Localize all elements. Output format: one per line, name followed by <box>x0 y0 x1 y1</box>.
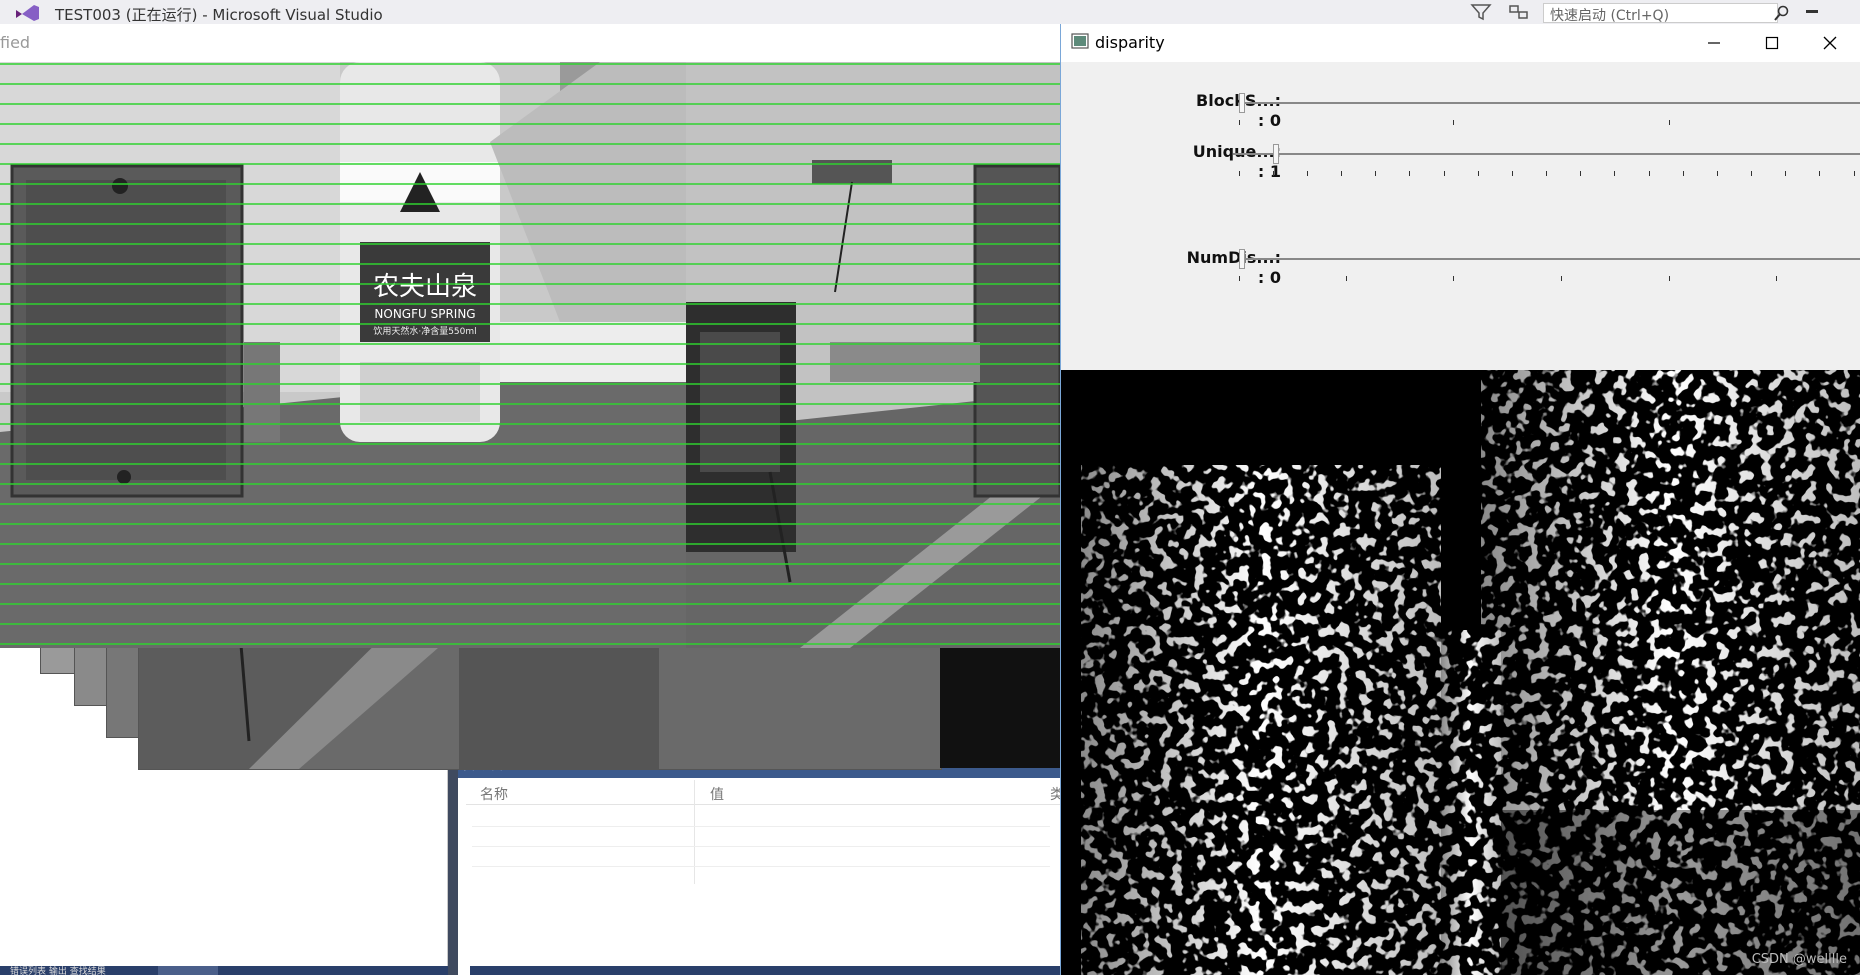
trackbar-tick <box>1669 276 1670 281</box>
trackbar-tick <box>1307 171 1308 176</box>
minimize-icon <box>1708 42 1720 44</box>
vs-bottom-tab-labels[interactable]: 错误列表 输出 查找结果 <box>10 966 106 975</box>
trackbar-tick <box>1512 171 1513 176</box>
trackbar-tick <box>1239 120 1240 125</box>
trackbar-tick <box>1346 276 1347 281</box>
trackbar-label-uniqueness: Unique...: <box>1192 142 1281 161</box>
trackbar-tick <box>1561 276 1562 281</box>
trackbar-tick <box>1854 171 1855 176</box>
filter-icon[interactable] <box>1470 3 1492 21</box>
trackbar-panel: BlockS...: : 0 Unique...: : 1 NumDis...: <box>1061 62 1860 370</box>
bottle-brand-cn: 农夫山泉 <box>373 272 477 302</box>
trackbar-thumb-numdisparities[interactable] <box>1239 249 1245 269</box>
rectified-window-titlebar[interactable]: fied <box>0 24 1060 63</box>
trackbar-track-numdisparities[interactable] <box>1239 258 1860 260</box>
bottle-brand-en: NONGFU SPRING <box>374 307 475 321</box>
disparity-map-image: CSDN @welllle <box>1061 370 1860 975</box>
trackbar-tick <box>1453 120 1454 125</box>
trackbar-tick <box>1785 171 1786 176</box>
trackbar-tick <box>1453 276 1454 281</box>
trackbar-tick <box>1819 171 1820 176</box>
maximize-icon <box>1765 36 1779 50</box>
trackbar-tick <box>1239 276 1240 281</box>
disparity-window-title: disparity <box>1095 33 1165 52</box>
rectified-window-title: fied <box>0 33 31 52</box>
csdn-watermark: CSDN @welllle <box>1751 952 1847 967</box>
maximize-button[interactable] <box>1743 24 1801 62</box>
app-window-icon <box>1071 33 1089 49</box>
trackbar-tick <box>1776 276 1777 281</box>
vs-minimize-button[interactable] <box>1806 10 1818 13</box>
minimize-button[interactable] <box>1685 24 1743 62</box>
disparity-titlebar[interactable]: disparity <box>1061 24 1860 62</box>
vs-bottom-tabs-right <box>470 966 1060 975</box>
rectified-window: fied 农夫山泉 NONGFU SPRING 饮用天然水·净含量550ml <box>0 24 1062 772</box>
vs-bottom-tab-active[interactable] <box>158 966 218 975</box>
quick-launch-input[interactable]: 快速启动 (Ctrl+Q) <box>1543 3 1778 24</box>
trackbar-tick <box>1375 171 1376 176</box>
trackbar-tick <box>1649 171 1650 176</box>
disparity-map-noise <box>1061 370 1860 975</box>
trackbar-thumb-blocksize[interactable] <box>1239 93 1245 113</box>
vs-bottom-tabs: 错误列表 输出 查找结果 <box>0 966 448 975</box>
trackbar-tick <box>1580 171 1581 176</box>
trackbar-tick <box>1683 171 1684 176</box>
autos-window: 自动窗口 名称 值 类 <box>458 760 1064 966</box>
trackbar-track-uniqueness[interactable] <box>1233 153 1860 155</box>
close-button[interactable] <box>1801 24 1859 62</box>
column-header-name[interactable]: 名称 <box>480 784 508 804</box>
trackbar-value-numdisparities: : 0 <box>1257 268 1281 287</box>
trackbar-label-blocksize: BlockS...: <box>1121 91 1281 110</box>
disparity-window: disparity BlockS...: : 0 Unique...: : 1 <box>1060 24 1860 975</box>
table-row[interactable] <box>472 846 1050 867</box>
bottle-subtext: 饮用天然水·净含量550ml <box>373 325 476 337</box>
close-icon <box>1823 36 1837 50</box>
trackbar-tick <box>1409 171 1410 176</box>
trackbar-tick <box>1717 171 1718 176</box>
trackbar-thumb-uniqueness[interactable] <box>1273 144 1279 164</box>
trackbar-tick <box>1751 171 1752 176</box>
trackbar-tick <box>1614 171 1615 176</box>
search-icon[interactable] <box>1774 5 1790 21</box>
column-header-value[interactable]: 值 <box>710 784 724 804</box>
trackbar-tick <box>1478 171 1479 176</box>
rectified-stereo-pair: 农夫山泉 NONGFU SPRING 饮用天然水·净含量550ml <box>0 62 1062 648</box>
trackbar-tick <box>1669 120 1670 125</box>
trackbar-tick <box>1273 171 1274 176</box>
table-row[interactable] <box>472 806 1050 827</box>
trackbar-tick <box>1546 171 1547 176</box>
trackbar-tick <box>1444 171 1445 176</box>
rectified-image: 农夫山泉 NONGFU SPRING 饮用天然水·净含量550ml <box>0 62 1062 648</box>
trackbar-tick <box>1341 171 1342 176</box>
trackbar-track-blocksize[interactable] <box>1239 102 1860 104</box>
team-explorer-icon[interactable] <box>1508 3 1530 21</box>
autos-header: 名称 值 类 <box>466 780 1064 805</box>
table-row[interactable] <box>472 826 1050 847</box>
trackbar-value-blocksize: : 0 <box>1257 111 1281 130</box>
trackbar-tick <box>1239 171 1240 176</box>
trackbar-value-uniqueness: : 1 <box>1257 162 1281 181</box>
